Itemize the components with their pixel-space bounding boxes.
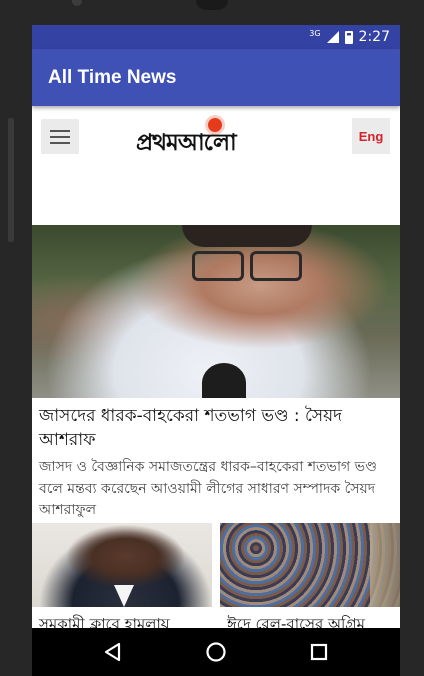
device-frame: 3G 2:27 All Time News প্রথমআলো Eng জাসদে… (0, 0, 424, 676)
status-bar: 3G 2:27 (32, 25, 400, 49)
side-button[interactable] (8, 118, 14, 242)
app-bar: All Time News (32, 49, 400, 106)
microphone-shape (202, 363, 246, 398)
lead-story-headline[interactable]: জাসদের ধারক-বাহকেরা শতভাগ ভণ্ড : সৈয়দ আ… (39, 404, 393, 452)
status-time: 2:27 (358, 29, 390, 45)
english-language-button[interactable]: Eng (352, 118, 390, 154)
news-card[interactable]: ঈদে রেল-বাসের অগ্রিম (220, 523, 400, 628)
glasses-shape (192, 251, 302, 281)
back-triangle-icon[interactable] (93, 632, 133, 672)
site-logo[interactable]: প্রথমআলো (136, 114, 298, 156)
home-circle-icon[interactable] (196, 632, 236, 672)
front-sensor (72, 0, 82, 6)
news-card[interactable]: সমকামী ক্লাবে হামলায় (32, 523, 212, 628)
news-card-title[interactable]: ঈদে রেল-বাসের অগ্রিম (227, 613, 400, 628)
news-card-thumbnail (32, 523, 212, 607)
recents-square-icon[interactable] (299, 632, 339, 672)
lead-story-summary[interactable]: জাসদ ও বৈজ্ঞানিক সমাজতন্ত্রের ধারক–বাহকে… (39, 457, 395, 522)
logo-text: প্রথমআলো (136, 130, 237, 156)
lead-story-image[interactable] (32, 225, 400, 398)
screen: 3G 2:27 All Time News প্রথমআলো Eng জাসদে… (32, 25, 400, 676)
signal-icon (326, 31, 339, 43)
battery-icon (344, 30, 353, 44)
app-title: All Time News (48, 66, 177, 88)
news-card-title[interactable]: সমকামী ক্লাবে হামলায় (39, 613, 212, 628)
navigation-bar (32, 628, 400, 676)
news-card-thumbnail (220, 523, 400, 607)
site-header: প্রথমআলো Eng (32, 106, 400, 225)
network-type: 3G (309, 28, 321, 38)
hamburger-icon[interactable] (41, 119, 79, 154)
speaker-grille (196, 0, 228, 10)
news-webview[interactable]: প্রথমআলো Eng জাসদের ধারক-বাহকেরা শতভাগ ভ… (32, 106, 400, 628)
